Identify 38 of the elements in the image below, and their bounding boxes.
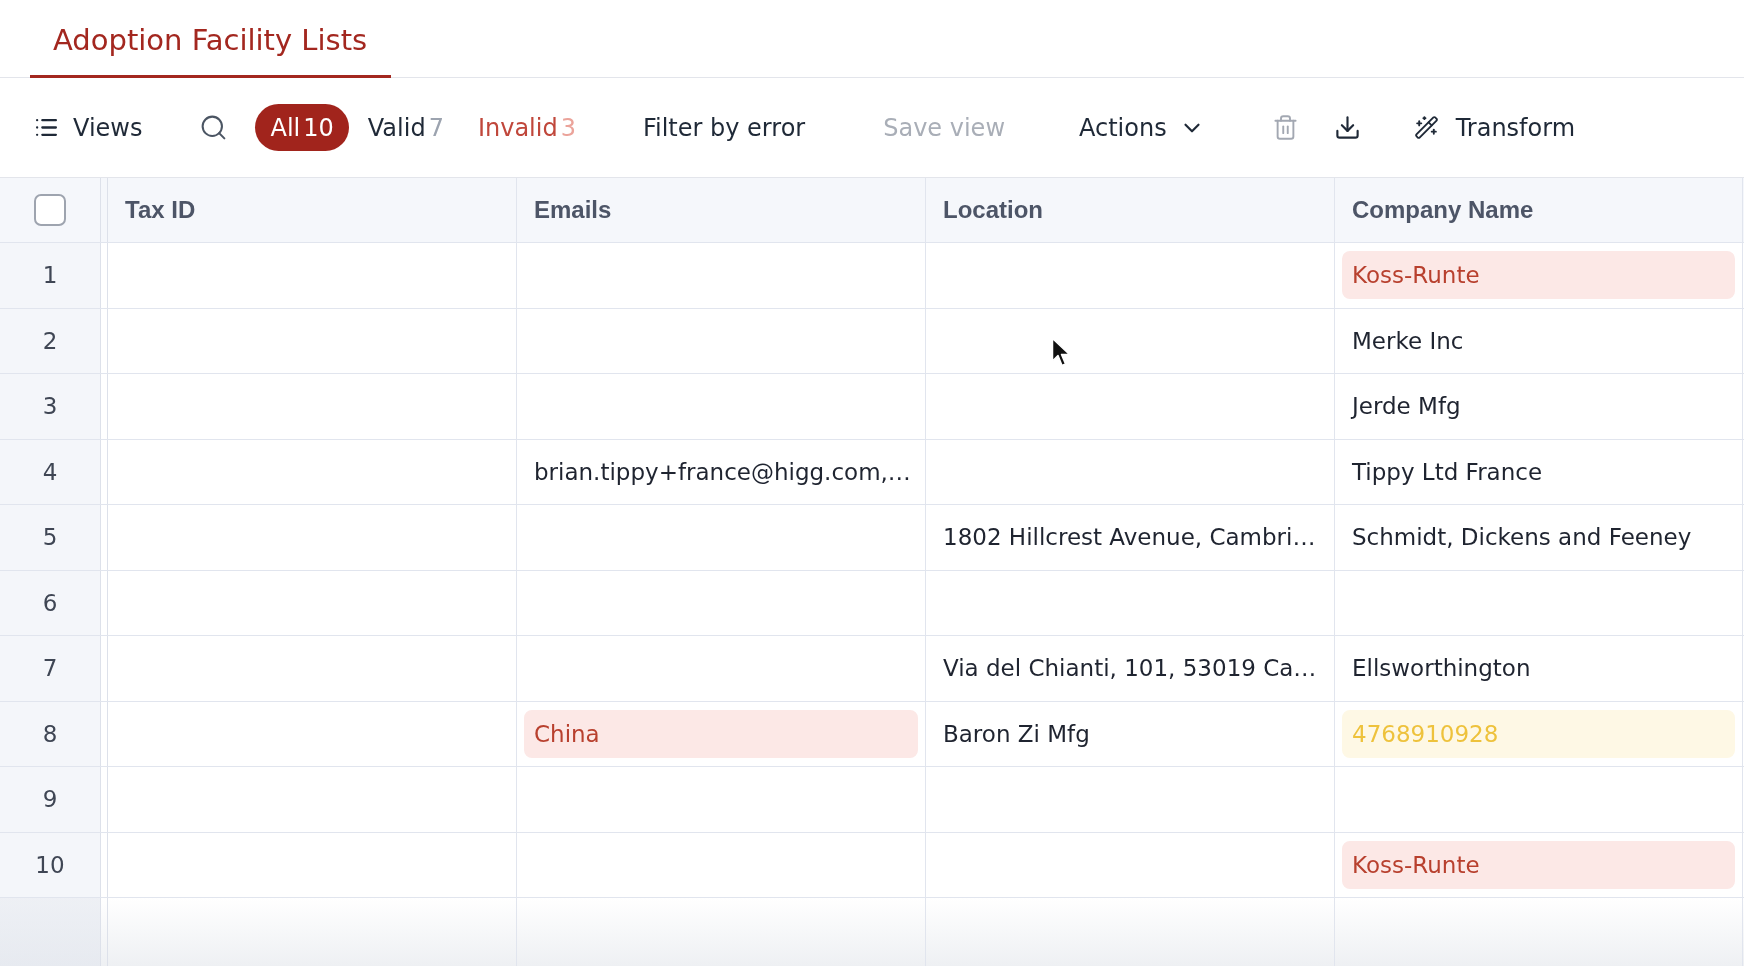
warning-cell: 4768910928 [1342, 709, 1735, 758]
row-number: 5 [42, 524, 58, 551]
column-header: Company Name [1352, 196, 1534, 224]
toolbar-button[interactable]: Filter by error [642, 113, 806, 142]
table-cell: 1802 Hillcrest Avenue, Cambri… [943, 524, 1316, 551]
tab[interactable]: Adoption Facility Lists [30, 0, 392, 78]
table-cell: Via del Chianti, 101, 53019 Ca… [943, 655, 1317, 682]
filter-tab[interactable]: Invalid 3 [462, 104, 591, 151]
column-header: Emails [534, 196, 612, 224]
transform-button[interactable]: Transform [1413, 113, 1576, 142]
row-number: 2 [42, 327, 58, 354]
filter-tab[interactable]: Valid 7 [352, 104, 459, 151]
select-all-checkbox[interactable] [34, 194, 66, 226]
filter-tab[interactable]: All 10 [255, 104, 349, 151]
row-number: 3 [42, 393, 58, 420]
table-cell: Jerde Mfg [1352, 393, 1461, 420]
views-button[interactable]: Views [34, 113, 143, 142]
actions-dropdown[interactable]: Actions [1079, 113, 1205, 142]
error-cell: China [524, 709, 918, 758]
download-icon[interactable] [1333, 114, 1361, 141]
column-header: Tax ID [125, 196, 196, 224]
table-cell: Ellsworthington [1352, 655, 1531, 682]
wand-sparkles-icon [1413, 115, 1439, 140]
error-cell: Koss-Runte [1342, 251, 1735, 300]
row-number: 8 [42, 720, 58, 747]
table-cell: Tippy Ltd France [1352, 458, 1543, 485]
table-cell: Merke Inc [1352, 327, 1464, 354]
error-cell: Koss-Runte [1342, 840, 1735, 889]
table-cell: Baron Zi Mfg [943, 720, 1090, 747]
table-cell: brian.tippy+france@higg.com,… [534, 458, 911, 485]
column-header: Location [943, 196, 1043, 224]
row-number: 10 [35, 851, 65, 878]
table-cell: Schmidt, Dickens and Feeney [1352, 524, 1692, 551]
row-number: 6 [42, 589, 58, 616]
row-number: 7 [42, 655, 58, 682]
row-number: 1 [42, 262, 58, 289]
row-number: 4 [42, 458, 58, 485]
row-number: 9 [42, 786, 58, 813]
